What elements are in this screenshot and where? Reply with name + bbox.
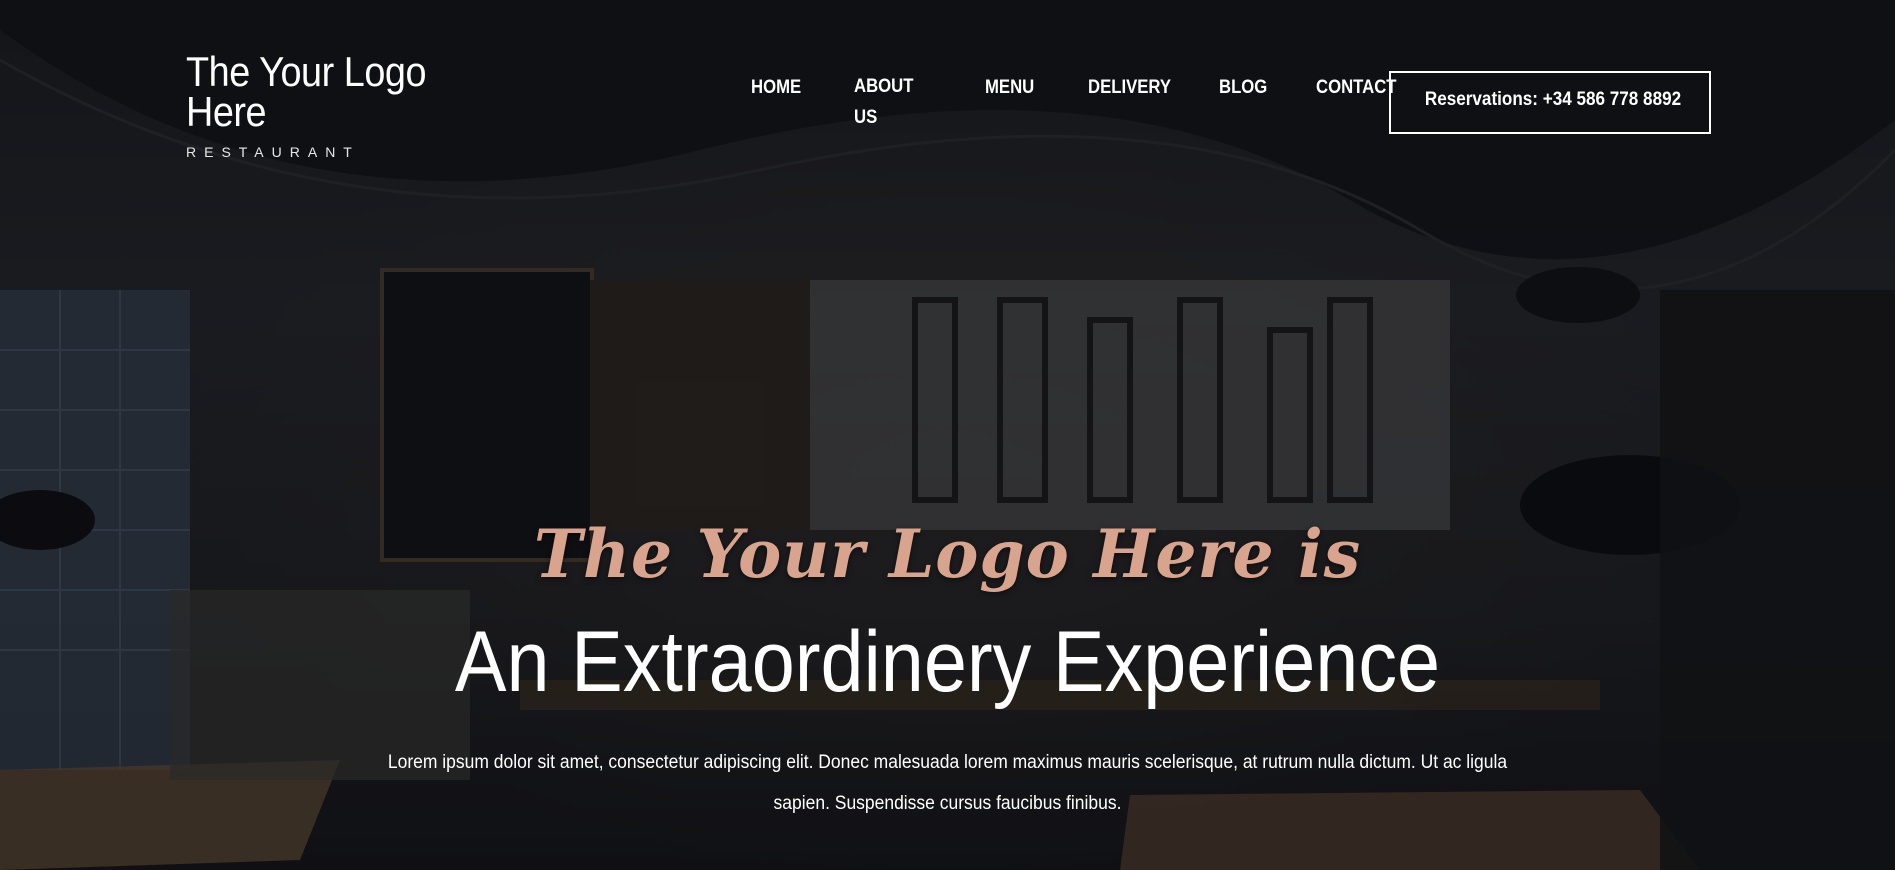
- logo-title: The Your Logo Here: [186, 48, 427, 135]
- site-logo[interactable]: The Your Logo Here RESTAURANT: [186, 48, 456, 161]
- logo-subtitle: RESTAURANT: [186, 144, 360, 160]
- hero-headline: An Extraordinery Experience: [454, 614, 1441, 710]
- hero-description: Lorem ipsum dolor sit amet, consectetur …: [387, 752, 1508, 814]
- hero-section: The Your Logo Here RESTAURANT HOME ABOUT…: [0, 0, 1895, 870]
- nav-item-menu[interactable]: MENU: [985, 72, 1034, 103]
- nav-item-delivery[interactable]: DELIVERY: [1088, 72, 1171, 103]
- reservation-label: Reservations: +34 586 778 8892: [1424, 89, 1682, 110]
- nav-item-about-us[interactable]: ABOUT US: [854, 71, 913, 133]
- nav-item-blog[interactable]: BLOG: [1219, 72, 1267, 103]
- hero-script-title: The Your Logo Here is: [533, 515, 1362, 593]
- nav-item-contact[interactable]: CONTACT: [1316, 72, 1396, 103]
- nav-item-home[interactable]: HOME: [751, 72, 801, 103]
